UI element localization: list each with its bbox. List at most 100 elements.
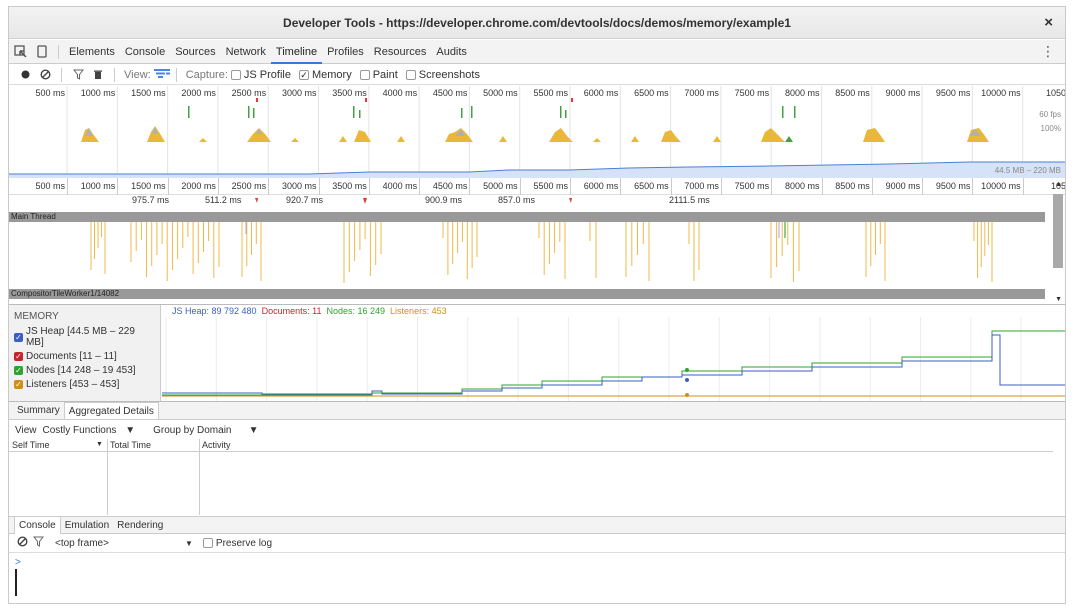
counter-label: JS Heap [44.5 MB – 229 MB] <box>25 326 135 348</box>
counter-label: Documents [11 – 11] <box>26 351 117 362</box>
checkbox-box <box>405 69 416 80</box>
compositor-track[interactable]: CompositorTileWorker1/14082 <box>9 289 1045 299</box>
counter-label: Listeners [453 – 453] <box>26 379 120 390</box>
checkbox-checked-icon: ✓ <box>14 352 23 361</box>
scroll-down-icon[interactable]: ▼ <box>1055 296 1062 303</box>
checkbox-checked-icon: ✓ <box>14 366 23 375</box>
timeline-toolbar: View: Capture: JS Profile ✓ Memory Paint … <box>9 65 1065 85</box>
column-activity[interactable]: Activity <box>202 440 231 450</box>
tab-rendering[interactable]: Rendering <box>113 517 167 534</box>
chevron-down-icon: ▼ <box>248 424 259 436</box>
column-total-time[interactable]: Total Time <box>110 440 151 450</box>
clear-console-icon[interactable] <box>17 536 33 550</box>
group-select-value: Group by Domain <box>153 424 232 436</box>
separator <box>175 67 177 82</box>
frame-select[interactable]: <top frame> <box>55 538 185 549</box>
window-title: Developer Tools - https://developer.chro… <box>283 16 791 30</box>
fps-label: 60 fps <box>1039 110 1061 119</box>
chevron-down-icon[interactable]: ▼ <box>185 539 193 548</box>
legend-documents: Documents: 11 <box>261 306 322 316</box>
checkbox-box <box>202 538 213 548</box>
counter-js-heap[interactable]: ✓ JS Heap [44.5 MB – 229 MB] <box>14 326 155 348</box>
separator <box>61 67 62 82</box>
details-view-row: View Costly Functions ▼ Group by Domain … <box>9 421 1065 439</box>
view-label: View <box>15 424 37 436</box>
memory-legend: JS Heap: 89 792 480 Documents: 11 Nodes:… <box>172 306 447 316</box>
console-toolbar: <top frame> ▼ Preserve log <box>9 534 1065 553</box>
checkbox-label: JS Profile <box>243 68 291 81</box>
tab-resources[interactable]: Resources <box>369 40 432 64</box>
cpu-label: 100% <box>1040 124 1061 133</box>
chevron-down-icon: ▼ <box>125 424 136 436</box>
separator <box>114 67 115 82</box>
tab-aggregated-details[interactable]: Aggregated Details <box>63 402 159 419</box>
details-table-header: Self Time ▼ Total Time Activity <box>9 439 1053 452</box>
memory-panel: MEMORY ✓ JS Heap [44.5 MB – 229 MB] ✓ Docu… <box>9 304 1065 402</box>
title-bar: Developer Tools - https://developer.chro… <box>9 7 1065 39</box>
memory-counters: MEMORY ✓ JS Heap [44.5 MB – 229 MB] ✓ Docu… <box>9 305 161 401</box>
memory-heading: MEMORY <box>14 311 59 322</box>
trash-icon[interactable] <box>88 69 108 80</box>
device-mode-icon[interactable] <box>31 41 53 63</box>
preserve-log-checkbox[interactable]: Preserve log <box>202 537 273 549</box>
tab-profiles[interactable]: Profiles <box>322 40 369 64</box>
memory-range-label: 44.5 MB – 220 MB <box>994 166 1061 175</box>
details-tabs: Summary Aggregated Details <box>9 402 1065 420</box>
column-divider <box>107 439 108 515</box>
screenshots-checkbox[interactable]: Screenshots <box>405 68 480 81</box>
separator <box>58 44 59 59</box>
tab-network[interactable]: Network <box>221 40 271 64</box>
vertical-scrollbar[interactable] <box>1053 194 1063 268</box>
counter-listeners[interactable]: ✓ Listeners [453 – 453] <box>14 379 155 390</box>
checkbox-box-checked: ✓ <box>298 69 309 80</box>
console-input[interactable] <box>15 569 17 596</box>
panel-tab-bar: Elements Console Sources Network Timelin… <box>9 40 1065 64</box>
counter-documents[interactable]: ✓ Documents [11 – 11] <box>14 351 155 362</box>
tab-audits[interactable]: Audits <box>431 40 472 64</box>
more-menu-icon[interactable]: ⋮ <box>1041 43 1055 60</box>
tab-elements[interactable]: Elements <box>64 40 120 64</box>
clear-icon[interactable] <box>35 69 55 80</box>
view-label: View: <box>124 68 151 81</box>
checkbox-label: Screenshots <box>418 68 480 81</box>
group-select[interactable]: Group by Domain ▼ <box>153 425 264 436</box>
checkbox-label: Preserve log <box>215 537 273 549</box>
record-icon[interactable] <box>15 70 35 79</box>
overview-graph <box>9 86 1065 178</box>
timeline-overview[interactable]: 500 ms 1000 ms 1500 ms 2000 ms 2500 ms 3000 m… <box>9 86 1065 178</box>
memory-graph[interactable] <box>162 317 1066 401</box>
legend-nodes: Nodes: 16 249 <box>326 306 386 316</box>
checkbox-box <box>230 69 241 80</box>
sort-desc-icon: ▼ <box>96 441 103 448</box>
tab-emulation[interactable]: Emulation <box>61 517 113 534</box>
inspect-element-icon[interactable] <box>9 41 31 63</box>
paint-checkbox[interactable]: Paint <box>359 69 398 81</box>
flame-marks <box>90 198 993 283</box>
close-icon[interactable]: × <box>1044 7 1053 39</box>
view-select-value: Costly Functions <box>42 424 117 436</box>
tab-timeline[interactable]: Timeline <box>270 40 323 64</box>
filter-icon[interactable] <box>32 536 49 550</box>
checkbox-checked-icon: ✓ <box>14 380 23 389</box>
tab-drawer-console[interactable]: Console <box>14 516 61 534</box>
main-thread-track[interactable]: Main Thread <box>9 212 1045 222</box>
frame-select-value: <top frame> <box>55 537 109 549</box>
js-profile-checkbox[interactable]: JS Profile <box>230 68 291 81</box>
flame-view-icon[interactable] <box>153 68 170 81</box>
legend-heap: JS Heap: 89 792 480 <box>172 306 257 316</box>
drawer-tabs: Console Emulation Rendering <box>9 516 1065 534</box>
console-prompt-icon: > <box>15 557 21 568</box>
memory-checkbox[interactable]: ✓ Memory <box>298 68 352 81</box>
tab-console[interactable]: Console <box>120 40 170 64</box>
counter-nodes[interactable]: ✓ Nodes [14 248 – 19 453] <box>14 365 155 376</box>
checkbox-label: Memory <box>311 68 352 81</box>
scroll-up-icon[interactable]: ▲ <box>1055 181 1062 188</box>
counter-label: Nodes [14 248 – 19 453] <box>26 365 136 376</box>
filter-icon[interactable] <box>68 69 88 80</box>
column-self-time[interactable]: Self Time <box>12 440 50 450</box>
tab-summary[interactable]: Summary <box>13 402 64 419</box>
flame-chart[interactable]: 500 ms 1000 ms 1500 ms 2000 ms 2500 ms 3000 m… <box>9 178 1065 304</box>
column-divider <box>199 439 200 515</box>
tab-sources[interactable]: Sources <box>170 40 220 64</box>
view-select[interactable]: Costly Functions ▼ <box>43 425 142 436</box>
